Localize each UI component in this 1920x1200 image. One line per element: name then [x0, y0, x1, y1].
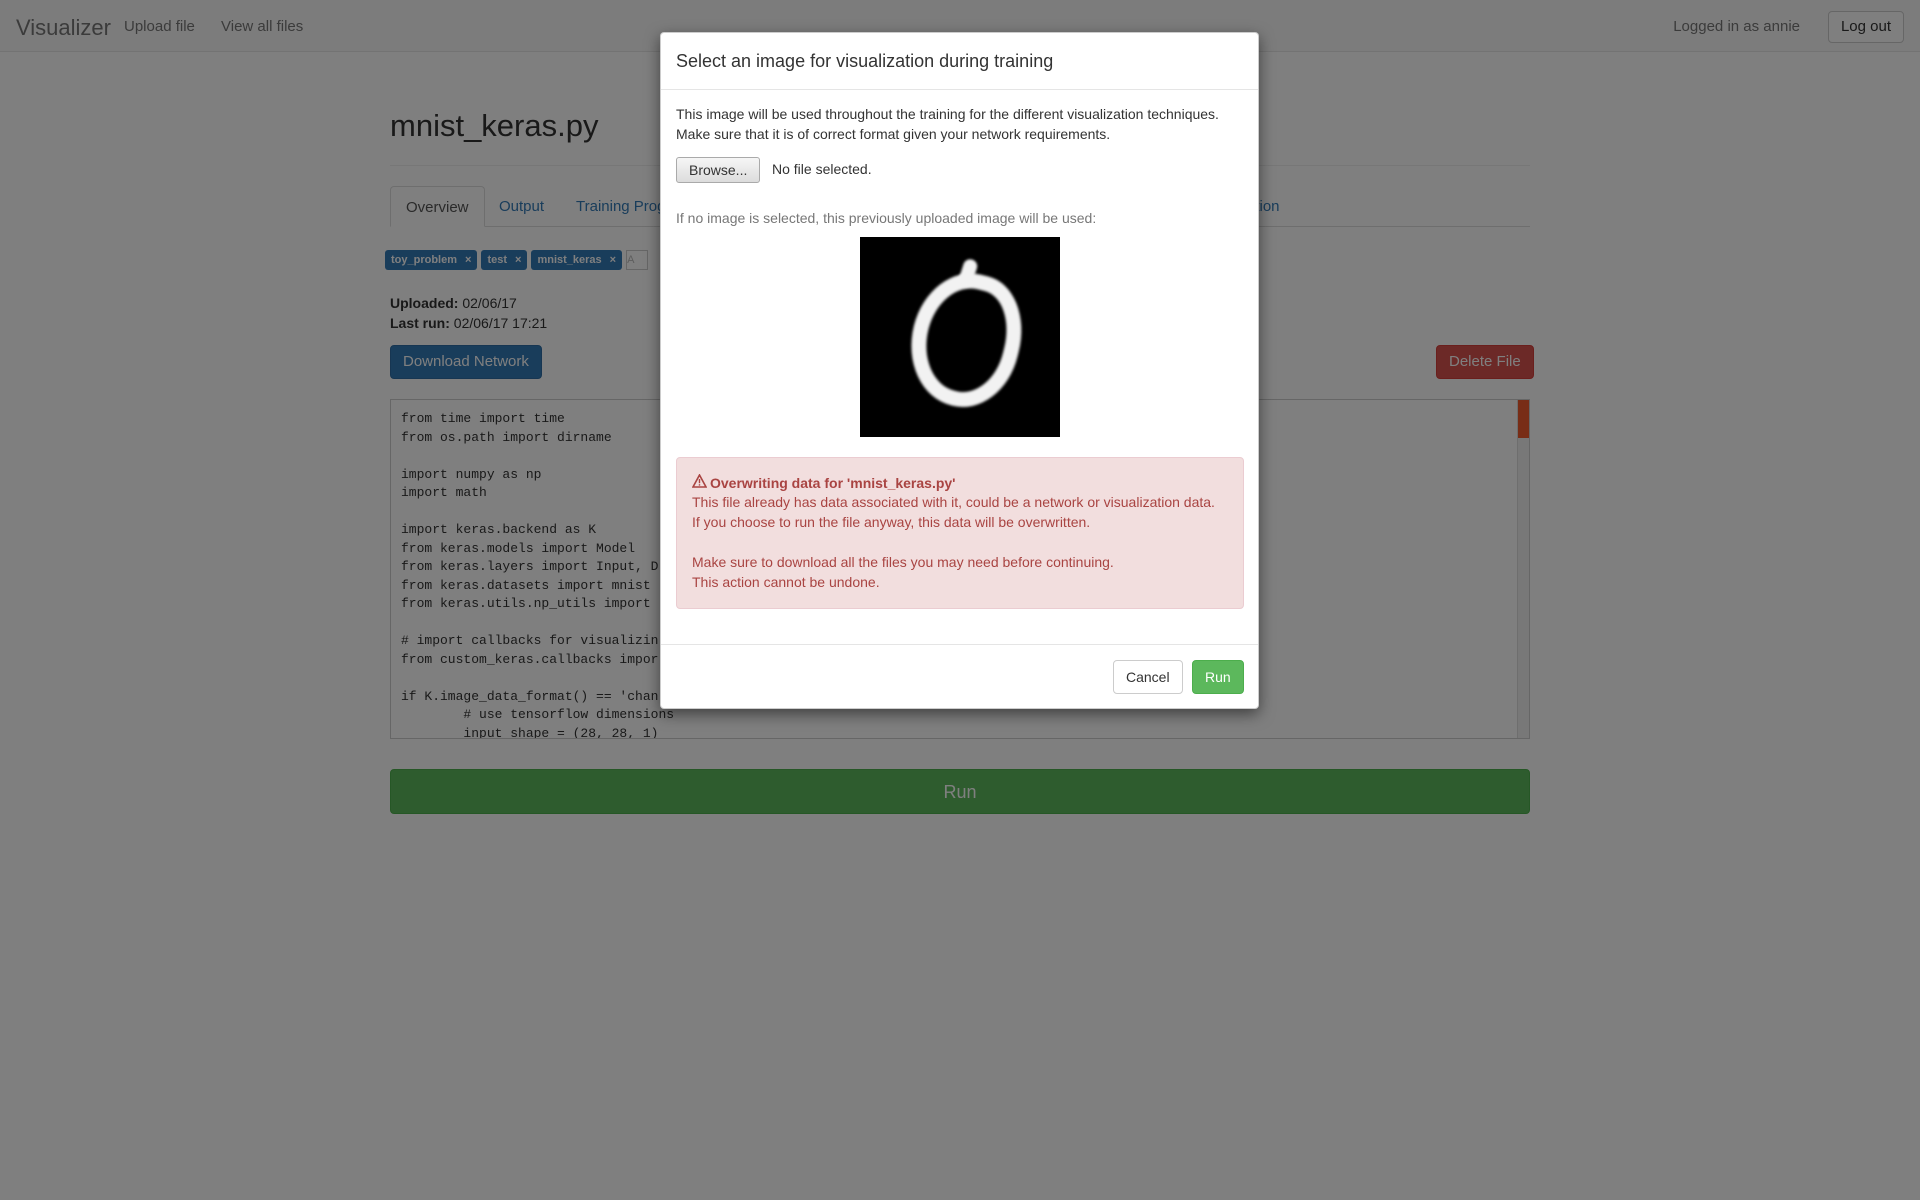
- browse-file-button[interactable]: Browse...: [676, 157, 761, 183]
- file-status-text: No file selected.: [772, 161, 872, 177]
- alert-line-2: If you choose to run the file anyway, th…: [692, 514, 1091, 530]
- modal-header: Select an image for visualization during…: [661, 33, 1258, 90]
- warning-triangle-svg: [691, 473, 708, 488]
- overwrite-warning-alert: Overwriting data for 'mnist_keras.py' Th…: [676, 457, 1244, 609]
- run-button[interactable]: Run: [1192, 660, 1244, 694]
- previous-image-preview: [860, 237, 1060, 437]
- modal-description-2: Make sure that it is of correct format g…: [676, 126, 1111, 142]
- alert-line-1: This file already has data associated wi…: [692, 494, 1215, 510]
- select-image-modal: Select an image for visualization during…: [660, 32, 1259, 709]
- modal-footer-divider: [661, 644, 1258, 645]
- fallback-image-hint: If no image is selected, this previously…: [676, 210, 1097, 226]
- modal-description-1: This image will be used throughout the t…: [676, 106, 1219, 122]
- page: Visualizer Upload file View all files Lo…: [0, 0, 1920, 1200]
- alert-line-4: This action cannot be undone.: [692, 574, 880, 590]
- cancel-button[interactable]: Cancel: [1113, 660, 1183, 694]
- warning-triangle-icon: [691, 473, 710, 491]
- alert-title: Overwriting data for 'mnist_keras.py': [691, 473, 956, 491]
- alert-line-3: Make sure to download all the files you …: [692, 554, 1114, 570]
- modal-title: Select an image for visualization during…: [676, 51, 1054, 71]
